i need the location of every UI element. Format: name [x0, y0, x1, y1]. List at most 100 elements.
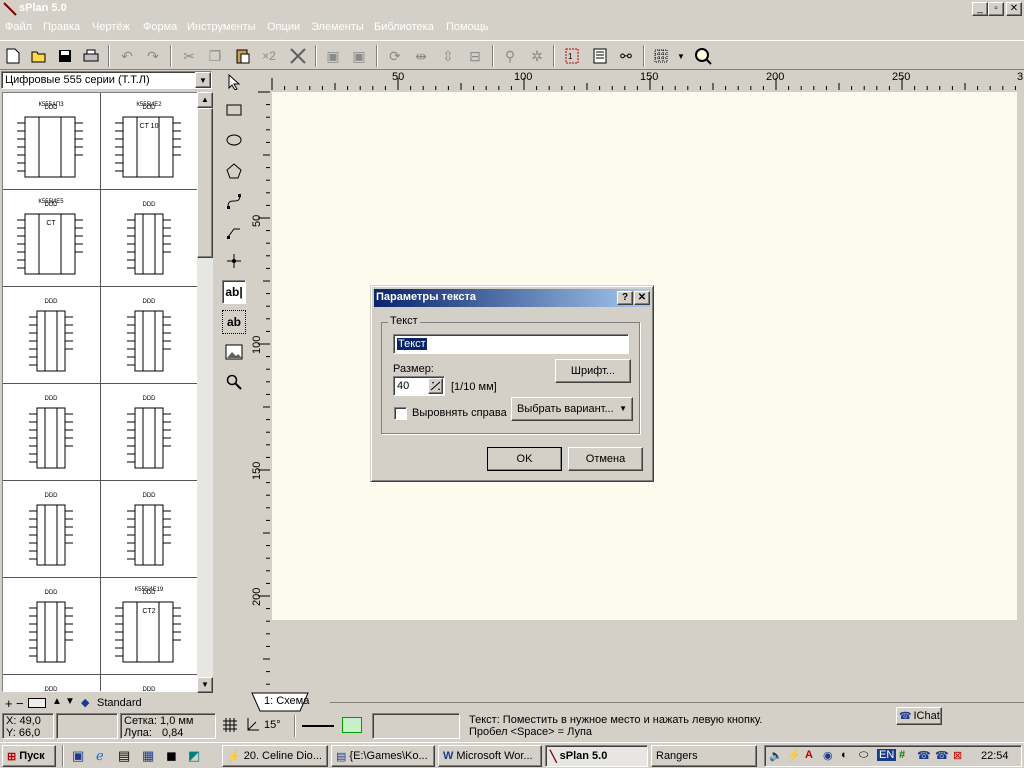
library-scrollbar[interactable]: ▲ ▼ [197, 92, 213, 693]
volume-icon[interactable]: 🔈 [769, 749, 783, 762]
menu-drawing[interactable]: Чертёж [92, 21, 130, 33]
tray-icon[interactable]: ☎ [917, 749, 931, 762]
text-input[interactable]: Текст [393, 334, 629, 354]
parts-list-icon[interactable] [589, 45, 611, 67]
to-front-icon[interactable]: ▣ [322, 45, 344, 67]
magnifier-tool-icon[interactable] [222, 370, 246, 394]
tray-icon[interactable]: ⬭ [859, 749, 868, 762]
paste-icon[interactable] [232, 45, 254, 67]
tray-icon[interactable]: ◐ [841, 749, 848, 761]
line-style-icon[interactable] [302, 725, 334, 727]
tray-icon[interactable]: ◉ [823, 749, 833, 762]
library-component[interactable]: DDD [101, 481, 197, 578]
library-component[interactable]: DDD [3, 384, 101, 481]
bezier-tool-icon[interactable] [222, 189, 246, 213]
library-component[interactable]: DDD [3, 675, 101, 691]
library-component[interactable]: DDD [3, 578, 101, 675]
menu-edit[interactable]: Правка [43, 21, 80, 33]
mirror-horizontal-icon[interactable]: ⇹ [410, 45, 432, 67]
arrow-up-icon[interactable]: ▲ [52, 696, 62, 707]
dialog-close-button[interactable]: ✕ [634, 291, 650, 305]
menu-options[interactable]: Опции [267, 21, 300, 33]
quicklaunch-icon[interactable]: ▤ [118, 748, 130, 764]
help-button[interactable]: ? [617, 291, 633, 305]
minimize-button[interactable]: _ [972, 2, 988, 16]
ungroup-icon[interactable]: ✲ [526, 45, 548, 67]
angle-value[interactable]: 15° [264, 719, 281, 731]
menu-library[interactable]: Библиотека [374, 21, 434, 33]
polygon-tool-icon[interactable] [222, 159, 246, 183]
task-word[interactable]: W Microsoft Wor... [438, 745, 542, 767]
align-right-checkbox[interactable] [394, 407, 407, 420]
zoom-icon[interactable] [692, 45, 714, 67]
task-rangers[interactable]: Rangers [651, 745, 757, 767]
menu-elements[interactable]: Элементы [311, 21, 364, 33]
cut-icon[interactable]: ✂ [178, 45, 200, 67]
quicklaunch-icon[interactable]: ▦ [142, 748, 154, 764]
delete-icon[interactable] [287, 45, 309, 67]
line-tool-icon[interactable] [222, 219, 246, 243]
tray-icon[interactable]: A [805, 749, 813, 761]
print-icon[interactable] [80, 45, 102, 67]
tray-icon[interactable]: # [899, 749, 905, 761]
menu-file[interactable]: Файл [5, 21, 32, 33]
rectangle-tool-icon[interactable] [222, 98, 246, 122]
grid-icon[interactable] [650, 45, 672, 67]
ok-button[interactable]: OK [487, 447, 562, 471]
tray-icon[interactable]: ☎ [935, 749, 949, 762]
font-button[interactable]: Шрифт... [555, 359, 631, 383]
library-component[interactable]: DDD К555ИЕ2 CT 10 [101, 93, 197, 190]
scroll-down-icon[interactable]: ▼ [197, 677, 213, 693]
tray-icon[interactable]: ⚡ [787, 749, 801, 762]
start-button[interactable]: ⊞ Пуск [2, 745, 56, 767]
textframe-tool-icon[interactable]: ab [222, 310, 246, 334]
language-indicator[interactable]: EN [877, 749, 897, 761]
restore-button[interactable]: ▫ [988, 2, 1004, 16]
library-component[interactable]: DDD [101, 384, 197, 481]
quicklaunch-icon[interactable]: ◼ [166, 748, 177, 764]
duplicate-icon[interactable]: ×2 [258, 45, 280, 67]
image-tool-icon[interactable] [222, 340, 246, 364]
scroll-thumb[interactable] [197, 108, 213, 258]
rotate-icon[interactable]: ⟳ [384, 45, 406, 67]
align-icon[interactable]: ⊟ [464, 45, 486, 67]
scroll-up-icon[interactable]: ▲ [197, 92, 213, 108]
open-folder-icon[interactable] [28, 45, 50, 67]
quicklaunch-icon[interactable]: ◩ [188, 748, 200, 764]
library-component[interactable]: DDD [101, 190, 197, 287]
numbering-icon[interactable]: 1 [561, 45, 583, 67]
arrow-down-icon[interactable]: ▼ [65, 696, 75, 707]
redo-icon[interactable]: ↷ [142, 45, 164, 67]
grid-toggle-icon[interactable] [222, 717, 238, 736]
library-component[interactable]: DDD [3, 287, 101, 384]
network-icon[interactable]: ⊠ [953, 749, 962, 762]
ie-icon[interactable]: ℯ [96, 748, 104, 764]
variant-button[interactable]: Выбрать вариант... ▼ [511, 397, 633, 421]
task-games[interactable]: ▤ {E:\Games\Ko... [331, 745, 435, 767]
text-tool-icon[interactable]: ab| [222, 280, 246, 304]
library-component[interactable]: DDD [101, 675, 197, 691]
undo-icon[interactable]: ↶ [116, 45, 138, 67]
task-splan[interactable]: ╲ sPlan 5.0 [545, 745, 648, 767]
menu-help[interactable]: Помощь [446, 21, 489, 33]
library-component[interactable]: DDD [101, 287, 197, 384]
fill-color-icon[interactable] [342, 717, 362, 733]
add-icon[interactable]: + [5, 696, 13, 711]
close-button[interactable]: ✕ [1006, 2, 1022, 16]
library-component[interactable]: DDD К555ИЕ19 CT2 [101, 578, 197, 675]
library-component[interactable]: DDD К555АП3 [3, 93, 101, 190]
group-icon[interactable]: ⚲ [499, 45, 521, 67]
copy-icon[interactable]: ❐ [204, 45, 226, 67]
new-file-icon[interactable] [2, 45, 24, 67]
library-component[interactable]: DDD К555ИЕ5 CT [3, 190, 101, 287]
task-winamp[interactable]: ⚡ 20. Celine Dio... [222, 745, 328, 767]
junction-tool-icon[interactable] [222, 249, 246, 273]
book-icon[interactable]: ◆ [81, 696, 89, 709]
desktop-icon[interactable]: ▣ [72, 748, 84, 764]
mirror-vertical-icon[interactable]: ⇳ [437, 45, 459, 67]
library-select[interactable]: Цифровые 555 серии (Т.Т.Л) ▼ [1, 71, 212, 89]
select-arrow-icon[interactable] [222, 70, 246, 94]
tab-schema[interactable]: 1: Схема [264, 695, 309, 707]
menu-tools[interactable]: Инструменты [187, 21, 256, 33]
to-back-icon[interactable]: ▣ [348, 45, 370, 67]
